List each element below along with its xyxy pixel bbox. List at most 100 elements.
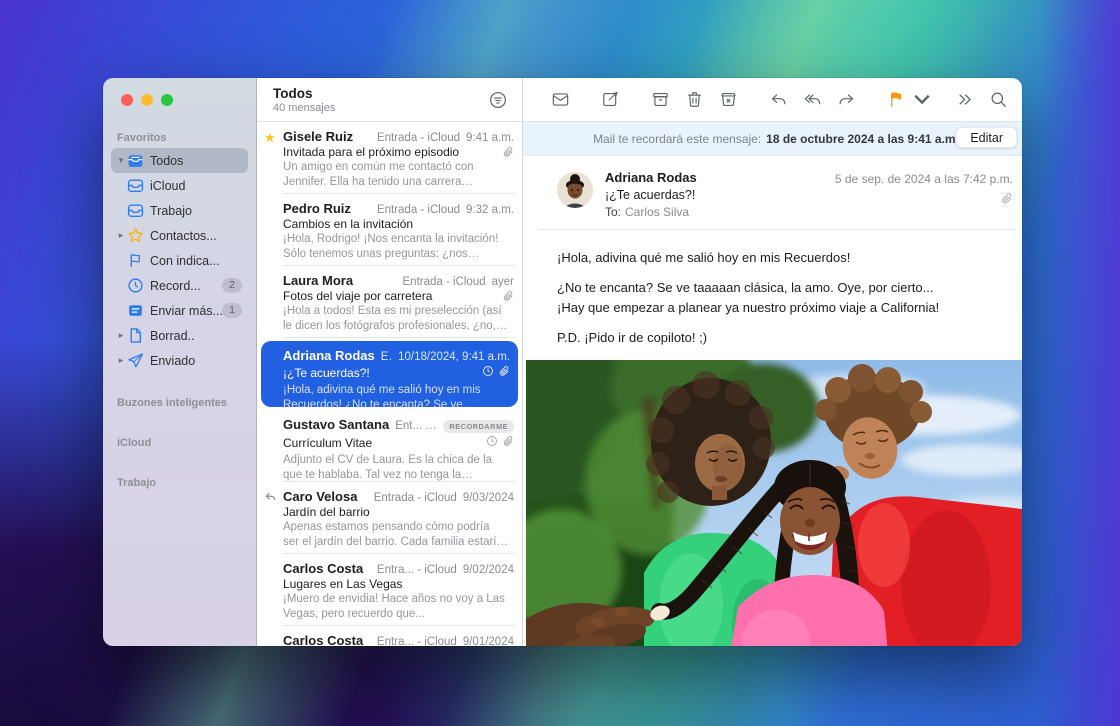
message-preview: ¡Hola, adivina qué me salió hoy en mis R… — [283, 383, 510, 413]
remind-me-badge: RECORDARME — [443, 420, 514, 433]
close-window-button[interactable] — [121, 94, 133, 106]
inbox-icon — [127, 203, 144, 219]
list-item-selected[interactable]: Adriana RodasE...10/18/2024, 9:41 a.m. ¡… — [261, 341, 518, 407]
sidebar-item-enviar-mas-tarde[interactable]: Enviar más... 1 — [111, 298, 248, 323]
sender: Gustavo Santana — [283, 417, 389, 432]
mailbox-label: Entrada - iCloud — [357, 204, 460, 216]
chevron-right-icon[interactable]: ▸ — [115, 330, 127, 341]
sender: Carlos Costa — [283, 561, 363, 576]
sidebar-item-recordatorios[interactable]: Record... 2 — [111, 273, 248, 298]
chevron-right-icon[interactable]: ▸ — [115, 355, 127, 366]
attachment-icon — [498, 364, 510, 382]
chevron-down-icon[interactable] — [913, 87, 931, 113]
flag-icon[interactable] — [879, 87, 913, 113]
zoom-window-button[interactable] — [161, 94, 173, 106]
archive-icon[interactable] — [643, 87, 677, 113]
junk-icon[interactable] — [711, 87, 745, 113]
paperplane-icon — [127, 353, 144, 369]
body-line: ¡Hay que empezar a planear ya nuestro pr… — [557, 300, 999, 316]
sidebar-item-label: Record... — [150, 279, 222, 293]
list-item[interactable]: Carlos Costa Entra... - iCloud 9/02/2024 L… — [257, 554, 522, 626]
chevron-right-icon[interactable]: ▸ — [115, 230, 127, 241]
message-subject: Jardín del barrio — [283, 505, 514, 519]
inbox-stack-icon — [127, 153, 144, 169]
message-list-pane: Todos 40 mensajes ★ Gisele RuizEntrada -… — [257, 78, 523, 646]
message-subject: Invitada para el próximo episodio — [283, 145, 498, 159]
filter-icon[interactable] — [488, 90, 508, 110]
reading-pane: Mail te recordará este mensaje: 18 de oc… — [523, 78, 1022, 646]
list-item[interactable]: Laura MoraEntrada - iCloudayer Fotos del… — [257, 266, 522, 338]
attachment-icon — [502, 146, 514, 158]
chevron-down-icon[interactable]: ▾ — [115, 155, 127, 166]
sidebar-item-con-indicador[interactable]: Con indica... — [111, 248, 248, 273]
desktop-wallpaper: Favoritos ▾ Todos iCloud Trabajo — [0, 0, 1120, 726]
reminder-banner: Mail te recordará este mensaje: 18 de oc… — [523, 122, 1022, 156]
message-subject: Lugares en Las Vegas — [283, 577, 514, 591]
toolbar — [523, 78, 1022, 122]
mailbox-label: Ent... - iCl... — [395, 420, 437, 432]
sidebar-item-todos[interactable]: ▾ Todos — [111, 148, 248, 173]
message-header: Adriana Rodas ¡¿Te acuerdas?! To:Carlos … — [523, 156, 1022, 230]
edit-reminder-button[interactable]: Editar — [956, 127, 1017, 148]
message-date: 9/01/2024 — [463, 636, 514, 646]
message-date: 5 de sep. de 2024 a las 7:42 p.m. — [835, 172, 1013, 186]
trash-icon[interactable] — [677, 87, 711, 113]
message-subject: ¡¿Te acuerdas?! — [605, 188, 1011, 202]
list-item[interactable]: Caro VelosaEntrada - iCloud9/03/2024 Jar… — [257, 482, 522, 554]
sender: Laura Mora — [283, 273, 353, 288]
minimize-window-button[interactable] — [141, 94, 153, 106]
list-item[interactable]: Gustavo Santana Ent... - iCl... RECORDARME… — [257, 410, 522, 482]
overflow-icon[interactable] — [947, 87, 981, 113]
mailbox-title: Todos — [273, 86, 522, 101]
sidebar-section-favorites: Favoritos — [103, 132, 256, 148]
mailbox-label: E... — [381, 351, 392, 363]
window-controls — [103, 92, 256, 106]
unread-count-badge: 2 — [222, 278, 242, 293]
send-later-icon — [127, 303, 144, 319]
message-body: ¡Hola, adivina qué me salió hoy en mis R… — [523, 230, 1022, 360]
forward-icon[interactable] — [829, 87, 863, 113]
reply-icon[interactable] — [761, 87, 795, 113]
message-subject: ¡¿Te acuerdas?! — [283, 366, 478, 380]
sidebar-section-icloud: iCloud — [103, 437, 256, 453]
message-preview: ¡Hola a todos! Esta es mi preselección (… — [283, 304, 514, 334]
message-count: 40 mensajes — [273, 102, 522, 114]
mailbox-label: Entra... - iCloud — [369, 564, 457, 576]
sidebar-item-contactos[interactable]: ▸ Contactos... — [111, 223, 248, 248]
message-list-header: Todos 40 mensajes — [257, 78, 522, 122]
list-item[interactable]: Pedro RuizEntrada - iCloud9:32 a.m. Camb… — [257, 194, 522, 266]
sidebar-item-label: Contactos... — [150, 229, 242, 243]
sidebar-item-borradores[interactable]: ▸ Borrad.. — [111, 323, 248, 348]
sidebar-item-icloud-inbox[interactable]: iCloud — [111, 173, 248, 198]
reminder-clock-icon — [482, 364, 494, 382]
clock-icon — [127, 278, 144, 294]
body-paragraph: ¡Hola, adivina qué me salió hoy en mis R… — [557, 250, 999, 266]
sender: Gisele Ruiz — [283, 129, 353, 144]
avatar[interactable] — [557, 172, 593, 208]
mail-window: Favoritos ▾ Todos iCloud Trabajo — [103, 78, 1022, 646]
message-subject: Cambios en la invitación — [283, 217, 514, 231]
star-icon: ★ — [264, 130, 280, 146]
message-preview: ¡Muero de envidia! Hace años no voy a La… — [283, 592, 514, 622]
list-item[interactable]: Carlos CostaEntra... - iCloud9/01/2024 — [257, 626, 522, 646]
sender: Pedro Ruiz — [283, 201, 351, 216]
message-preview: Adjunto el CV de Laura. Es la chica de l… — [283, 453, 514, 483]
message-rows: ★ Gisele RuizEntrada - iCloud9:41 a.m. I… — [257, 122, 522, 646]
reply-all-icon[interactable] — [795, 87, 829, 113]
sidebar-item-enviado[interactable]: ▸ Enviado — [111, 348, 248, 373]
sender: Carlos Costa — [283, 633, 363, 646]
search-icon[interactable] — [981, 87, 1015, 113]
attachment-photo[interactable] — [526, 360, 1022, 646]
sidebar-item-label: Con indica... — [150, 254, 242, 268]
recipient[interactable]: Carlos Silva — [625, 205, 689, 219]
list-item[interactable]: ★ Gisele RuizEntrada - iCloud9:41 a.m. I… — [257, 122, 522, 194]
message-date: 9/02/2024 — [463, 564, 514, 576]
compose-icon[interactable] — [593, 87, 627, 113]
attachment-icon — [502, 290, 514, 302]
envelope-icon[interactable] — [543, 87, 577, 113]
document-icon — [127, 328, 144, 344]
attachment-icon — [502, 434, 514, 452]
body-paragraph: P.D. ¡Pido ir de copiloto! ;) — [557, 330, 999, 346]
sidebar-item-trabajo-inbox[interactable]: Trabajo — [111, 198, 248, 223]
reminder-label: Mail te recordará este mensaje: — [593, 132, 761, 146]
